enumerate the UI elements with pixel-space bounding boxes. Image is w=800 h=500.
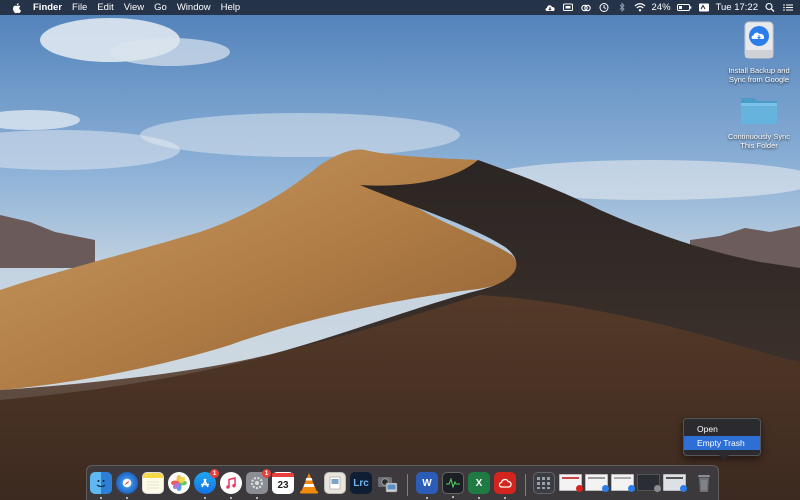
calendar-date: 23 [277,479,289,491]
menu-clock[interactable]: Tue 17:22 [716,0,758,15]
music-icon[interactable] [220,472,242,499]
excel-icon[interactable]: X [468,472,490,499]
context-menu-pointer [719,455,729,460]
image-capture-icon[interactable] [376,472,398,494]
lightroom-icon[interactable]: Lrc [350,472,372,494]
preview-icon[interactable] [324,472,346,494]
minimized-window-thumbnail[interactable] [611,474,635,492]
wifi-icon[interactable] [634,2,646,13]
screen-mirroring-icon[interactable] [562,2,574,13]
dock: 1 1 23 Lrc W X [86,465,719,500]
desktop-icon-label: Continuously Sync This Folder [727,132,791,150]
running-indicator [100,497,102,499]
trash-context-menu: Open Empty Trash [683,418,761,460]
notification-center-icon[interactable] [782,2,794,13]
finder-icon[interactable] [90,472,112,499]
menu-file[interactable]: File [67,0,92,15]
menu-item-open[interactable]: Open [684,422,760,436]
drive-installer-icon [744,21,774,59]
activity-monitor-icon[interactable] [442,472,464,498]
apple-menu-icon[interactable] [12,2,22,14]
minimized-window-thumbnail[interactable] [559,474,583,492]
notes-icon[interactable] [142,472,164,494]
battery-icon[interactable] [676,2,692,13]
running-indicator [204,497,206,499]
menu-edit[interactable]: Edit [92,0,118,15]
menu-window[interactable]: Window [172,0,216,15]
dock-separator [407,474,408,496]
vlc-icon[interactable] [298,472,320,494]
excel-label: X [475,477,483,489]
running-indicator [256,497,258,499]
menu-app-finder[interactable]: Finder [28,0,67,15]
running-indicator [426,497,428,499]
running-indicator [230,497,232,499]
battery-percent: 24% [651,2,671,13]
menu-view[interactable]: View [119,0,149,15]
creative-cloud-menu-icon[interactable] [580,2,592,13]
wallpaper-mojave-dunes [0,0,800,500]
system-preferences-icon[interactable]: 1 [246,469,271,499]
running-indicator [126,497,128,499]
desktop-icon-install-backup-sync[interactable]: Install Backup and Sync from Google [719,20,799,84]
desktop-icon-label: Install Backup and Sync from Google [728,66,790,84]
menu-go[interactable]: Go [149,0,172,15]
lightroom-label: Lrc [353,477,369,489]
trash-icon[interactable] [693,472,715,494]
menu-bar: Finder File Edit View Go Window Help 24%… [0,0,800,15]
running-indicator [452,496,454,498]
word-label: W [422,477,432,489]
running-indicator [504,497,506,499]
calendar-icon[interactable]: 23 [272,472,294,494]
desktop-icon-sync-folder[interactable]: Continuously Sync This Folder [719,92,799,150]
input-source-icon[interactable] [698,2,710,13]
launchpad-icon[interactable] [533,472,555,494]
app-store-icon[interactable]: 1 [194,469,219,499]
creative-cloud-icon[interactable] [494,472,516,499]
spotlight-search-icon[interactable] [764,2,776,13]
menu-item-empty-trash[interactable]: Empty Trash [684,436,760,450]
notification-badge: 1 [262,469,271,478]
backup-sync-cloud-icon[interactable] [544,2,556,13]
time-machine-icon[interactable] [598,2,610,13]
minimized-window-thumbnail[interactable] [585,474,609,492]
safari-icon[interactable] [116,472,138,499]
bluetooth-icon[interactable] [616,2,628,13]
dock-separator [525,474,526,496]
desktop: Finder File Edit View Go Window Help 24%… [0,0,800,500]
minimized-window-thumbnail[interactable] [637,474,661,492]
running-indicator [478,497,480,499]
folder-icon [741,98,777,124]
photos-icon[interactable] [168,472,190,494]
minimized-window-thumbnail[interactable] [663,474,687,492]
notification-badge: 1 [210,469,219,478]
menu-help[interactable]: Help [216,0,246,15]
word-icon[interactable]: W [416,472,438,499]
